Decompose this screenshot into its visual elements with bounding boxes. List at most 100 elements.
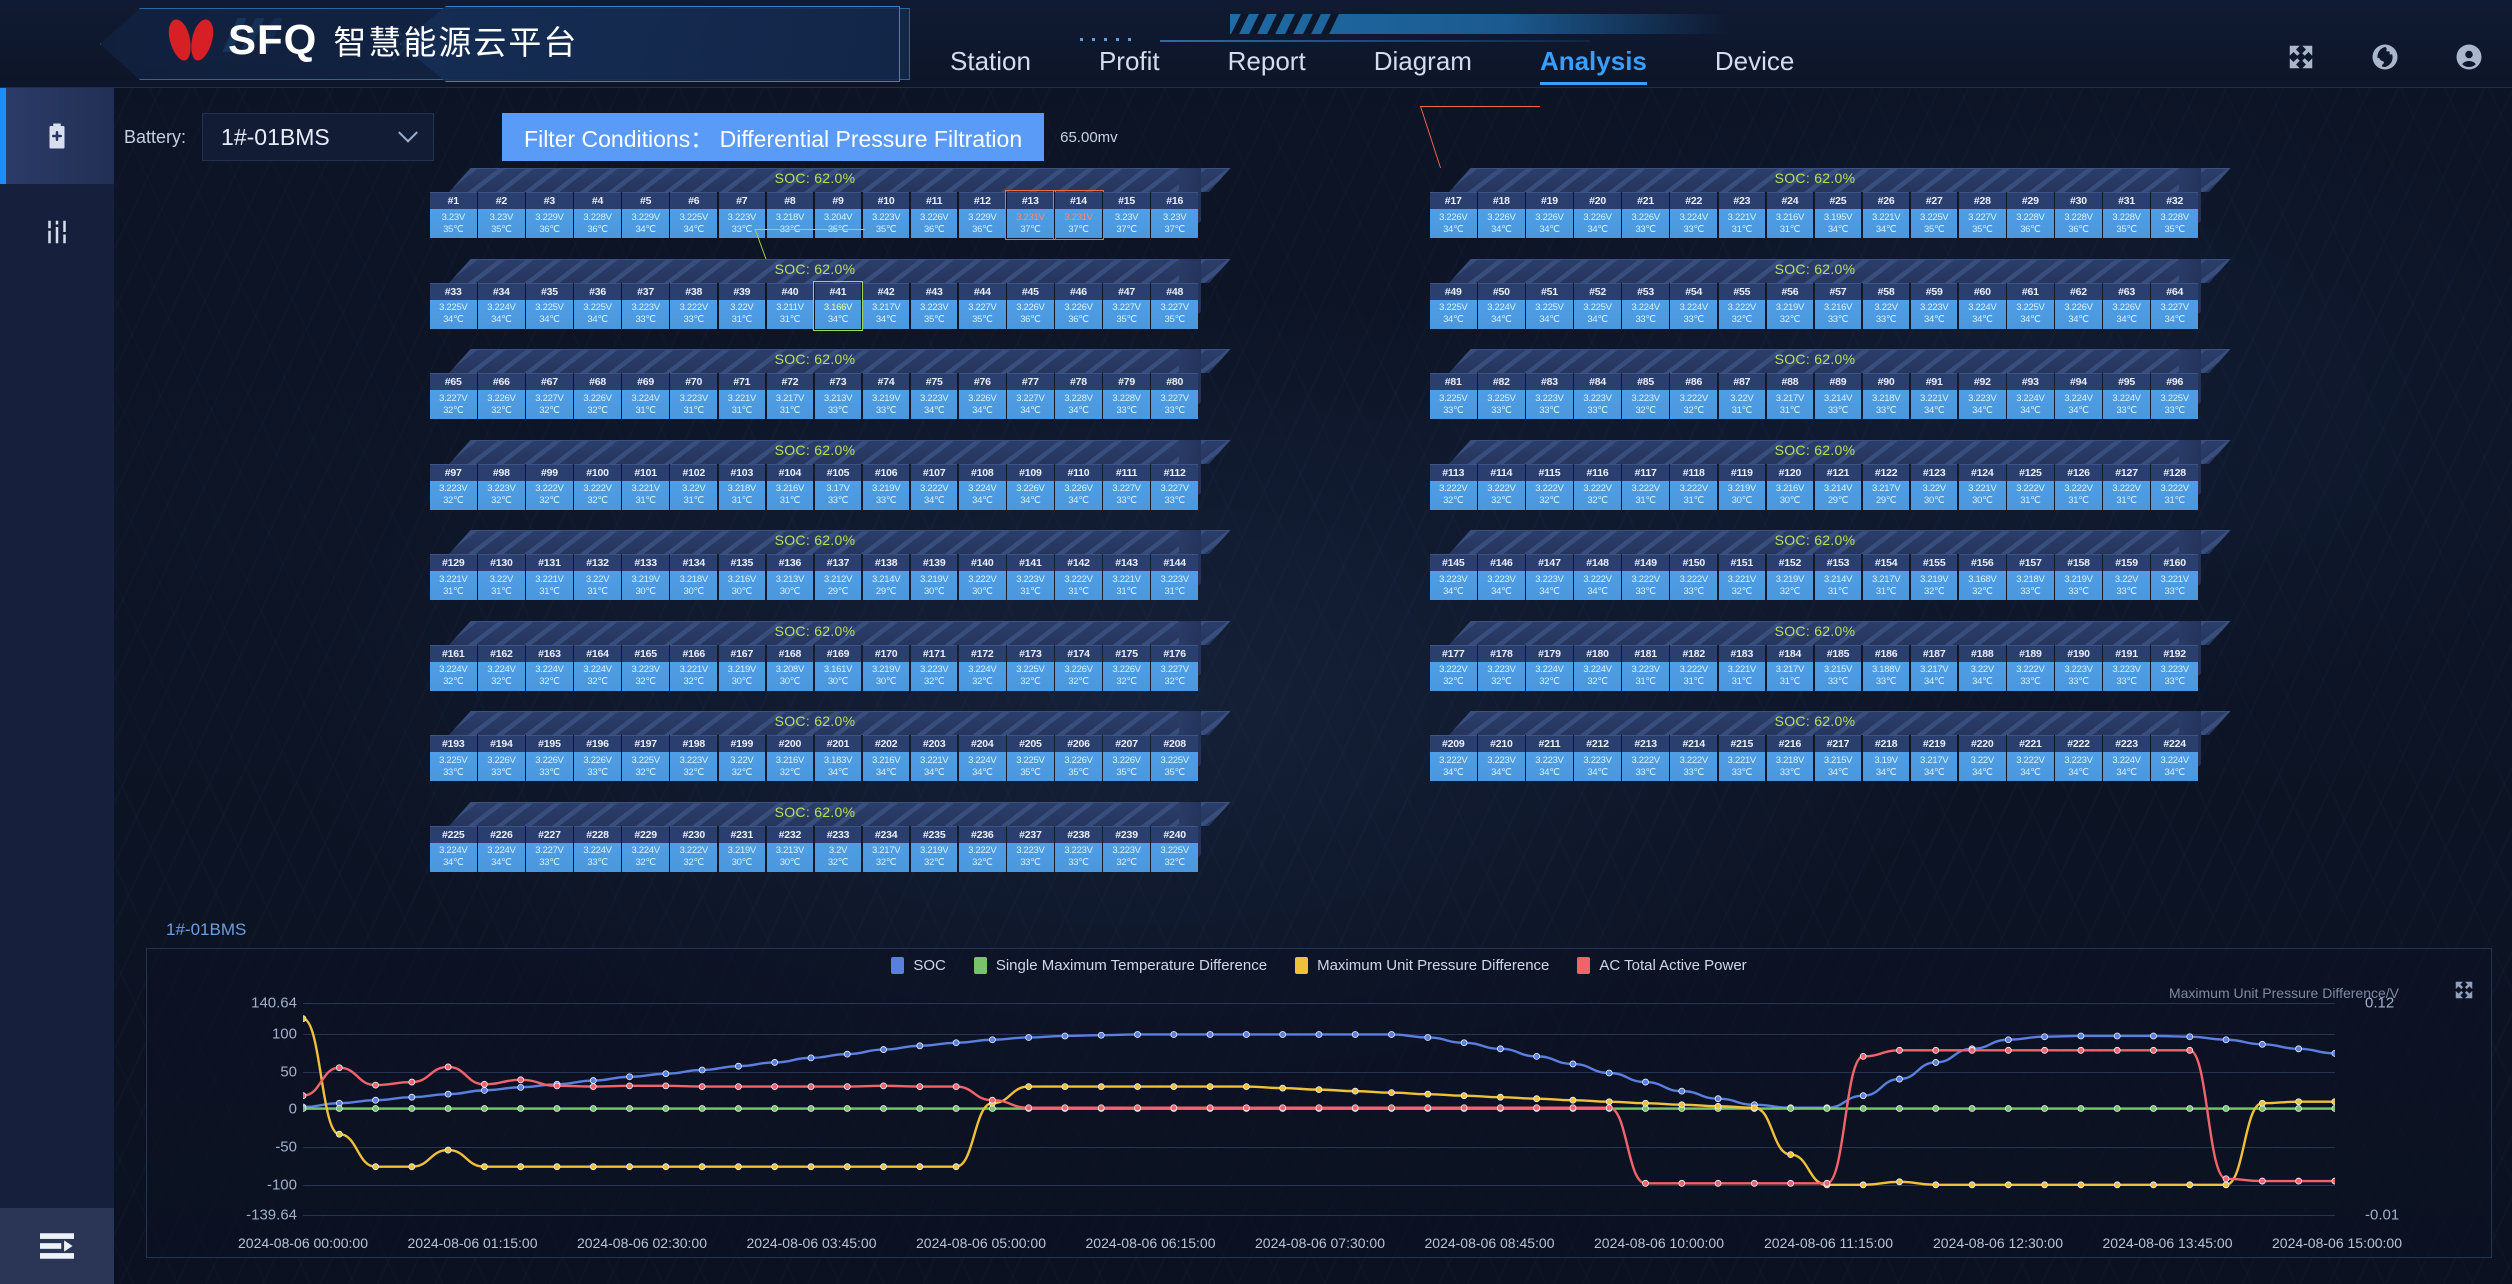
battery-cell[interactable]: #82 3.225V 33℃ (1478, 373, 1525, 419)
battery-cell[interactable]: #26 3.221V 34℃ (1862, 192, 1910, 238)
battery-cell[interactable]: #57 3.216V 33℃ (1814, 282, 1862, 329)
battery-cell[interactable]: #3 3.229V 36℃ (526, 192, 573, 238)
battery-cell[interactable]: #155 3.219V 32℃ (1910, 554, 1958, 600)
nav-item-device[interactable]: Device (1715, 46, 1794, 85)
battery-cell[interactable]: #225 3.224V 34℃ (430, 825, 477, 872)
battery-cell[interactable]: #37 3.223V 33℃ (622, 282, 669, 329)
battery-cell[interactable]: #216 3.218V 33℃ (1766, 735, 1814, 781)
battery-cell[interactable]: #50 3.224V 34℃ (1478, 282, 1525, 329)
battery-cell[interactable]: #76 3.226V 34℃ (959, 373, 1006, 419)
battery-cell[interactable]: #151 3.221V 32℃ (1718, 554, 1766, 600)
battery-cell[interactable]: #174 3.226V 32℃ (1055, 644, 1102, 691)
battery-cell[interactable]: #126 3.222V 31℃ (2055, 463, 2102, 510)
battery-cell[interactable]: #89 3.214V 33℃ (1814, 373, 1862, 419)
battery-cell[interactable]: #188 3.22V 34℃ (1959, 644, 2006, 691)
battery-cell[interactable]: #218 3.19V 34℃ (1862, 735, 1910, 781)
battery-cell[interactable]: #182 3.222V 31℃ (1670, 644, 1717, 691)
battery-cell[interactable]: #73 3.213V 33℃ (814, 373, 862, 419)
battery-cell[interactable]: #80 3.227V 33℃ (1151, 373, 1198, 419)
battery-cell[interactable]: #136 3.213V 30℃ (766, 554, 814, 600)
battery-cell[interactable]: #199 3.22V 32℃ (718, 735, 766, 781)
battery-cell[interactable]: #228 3.224V 33℃ (574, 825, 621, 872)
battery-cell[interactable]: #28 3.227V 35℃ (1959, 192, 2006, 238)
battery-cell[interactable]: #156 3.168V 32℃ (1959, 554, 2006, 600)
battery-cell[interactable]: #86 3.222V 32℃ (1670, 373, 1717, 419)
battery-cell[interactable]: #65 3.227V 32℃ (430, 373, 477, 419)
battery-cell[interactable]: #81 3.225V 33℃ (1430, 373, 1477, 419)
battery-cell[interactable]: #144 3.223V 31℃ (1151, 554, 1198, 600)
battery-cell[interactable]: #184 3.217V 31℃ (1766, 644, 1814, 691)
battery-cell[interactable]: #140 3.222V 30℃ (959, 554, 1006, 600)
battery-cell[interactable]: #231 3.219V 30℃ (718, 825, 766, 872)
battery-cell[interactable]: #46 3.226V 36℃ (1055, 282, 1102, 329)
battery-cell[interactable]: #38 3.222V 33℃ (670, 282, 717, 329)
battery-cell[interactable]: #207 3.226V 35℃ (1103, 735, 1150, 781)
battery-cell[interactable]: #233 3.2V 32℃ (814, 825, 862, 872)
battery-cell[interactable]: #101 3.221V 31℃ (622, 463, 669, 510)
battery-cell[interactable]: #221 3.222V 34℃ (2007, 735, 2054, 781)
battery-cell[interactable]: #47 3.227V 35℃ (1103, 282, 1150, 329)
battery-cell[interactable]: #67 3.227V 32℃ (526, 373, 573, 419)
battery-cell[interactable]: #215 3.221V 33℃ (1718, 735, 1766, 781)
battery-cell[interactable]: #2 3.23V 35℃ (478, 192, 525, 238)
battery-cell[interactable]: #167 3.219V 30℃ (718, 644, 766, 691)
battery-cell[interactable]: #130 3.22V 31℃ (478, 554, 525, 600)
battery-cell[interactable]: #122 3.217V 29℃ (1862, 463, 1910, 510)
battery-cell[interactable]: #226 3.224V 34℃ (478, 825, 525, 872)
battery-cell[interactable]: #175 3.226V 32℃ (1103, 644, 1150, 691)
battery-cell[interactable]: #24 3.216V 31℃ (1766, 192, 1814, 238)
battery-cell[interactable]: #20 3.226V 34℃ (1574, 192, 1621, 238)
battery-cell[interactable]: #22 3.224V 33℃ (1670, 192, 1717, 238)
battery-cell[interactable]: #185 3.215V 33℃ (1814, 644, 1862, 691)
battery-cell[interactable]: #35 3.225V 34℃ (526, 282, 573, 329)
battery-cell[interactable]: #217 3.215V 34℃ (1814, 735, 1862, 781)
battery-cell[interactable]: #158 3.219V 33℃ (2055, 554, 2102, 600)
battery-cell[interactable]: #191 3.223V 33℃ (2103, 644, 2150, 691)
battery-cell[interactable]: #107 3.222V 34℃ (910, 463, 958, 510)
battery-cell[interactable]: #1 3.23V 35℃ (430, 192, 477, 238)
battery-cell[interactable]: #240 3.225V 32℃ (1151, 825, 1198, 872)
battery-cell[interactable]: #223 3.224V 34℃ (2103, 735, 2150, 781)
battery-cell[interactable]: #198 3.223V 32℃ (670, 735, 717, 781)
battery-cell[interactable]: #220 3.22V 34℃ (1959, 735, 2006, 781)
battery-cell[interactable]: #192 3.223V 33℃ (2151, 644, 2198, 691)
battery-cell[interactable]: #234 3.217V 32℃ (862, 825, 910, 872)
battery-cell[interactable]: #128 3.222V 31℃ (2151, 463, 2198, 510)
battery-cell[interactable]: #149 3.222V 33℃ (1622, 554, 1669, 600)
battery-cell[interactable]: #193 3.225V 33℃ (430, 735, 477, 781)
battery-cell[interactable]: #171 3.223V 32℃ (910, 644, 958, 691)
battery-cell[interactable]: #84 3.223V 33℃ (1574, 373, 1621, 419)
battery-cell[interactable]: #104 3.216V 31℃ (766, 463, 814, 510)
battery-cell[interactable]: #239 3.223V 32℃ (1103, 825, 1150, 872)
battery-cell[interactable]: #113 3.222V 32℃ (1430, 463, 1477, 510)
battery-cell[interactable]: #32 3.228V 35℃ (2151, 192, 2198, 238)
battery-cell[interactable]: #69 3.224V 31℃ (622, 373, 669, 419)
battery-cell[interactable]: #123 3.22V 30℃ (1910, 463, 1958, 510)
battery-cell[interactable]: #87 3.22V 31℃ (1718, 373, 1766, 419)
battery-cell[interactable]: #78 3.228V 34℃ (1055, 373, 1102, 419)
battery-cell[interactable]: #181 3.223V 31℃ (1622, 644, 1669, 691)
battery-cell[interactable]: #36 3.225V 34℃ (574, 282, 621, 329)
battery-cell[interactable]: #179 3.224V 32℃ (1526, 644, 1573, 691)
battery-cell[interactable]: #161 3.224V 32℃ (430, 644, 477, 691)
battery-cell[interactable]: #83 3.223V 33℃ (1526, 373, 1573, 419)
battery-cell[interactable]: #90 3.218V 33℃ (1862, 373, 1910, 419)
battery-cell[interactable]: #227 3.227V 33℃ (526, 825, 573, 872)
nav-item-diagram[interactable]: Diagram (1374, 46, 1472, 85)
battery-cell[interactable]: #201 3.183V 34℃ (814, 735, 862, 781)
battery-cell[interactable]: #208 3.225V 35℃ (1151, 735, 1198, 781)
battery-cell[interactable]: #97 3.223V 32℃ (430, 463, 477, 510)
battery-cell[interactable]: #14 3.231V 37℃ (1053, 190, 1104, 240)
battery-cell[interactable]: #169 3.161V 30℃ (814, 644, 862, 691)
battery-cell[interactable]: #186 3.188V 33℃ (1862, 644, 1910, 691)
battery-cell[interactable]: #121 3.214V 29℃ (1814, 463, 1862, 510)
battery-cell[interactable]: #93 3.224V 34℃ (2007, 373, 2054, 419)
battery-cell[interactable]: #77 3.227V 34℃ (1007, 373, 1054, 419)
sidebar-item-settings[interactable] (0, 184, 114, 280)
battery-cell[interactable]: #19 3.226V 34℃ (1526, 192, 1573, 238)
battery-cell[interactable]: #18 3.226V 34℃ (1478, 192, 1525, 238)
battery-cell[interactable]: #172 3.224V 32℃ (959, 644, 1006, 691)
battery-cell[interactable]: #11 3.226V 36℃ (910, 192, 958, 238)
battery-cell[interactable]: #196 3.226V 33℃ (574, 735, 621, 781)
battery-cell[interactable]: #180 3.224V 32℃ (1574, 644, 1621, 691)
